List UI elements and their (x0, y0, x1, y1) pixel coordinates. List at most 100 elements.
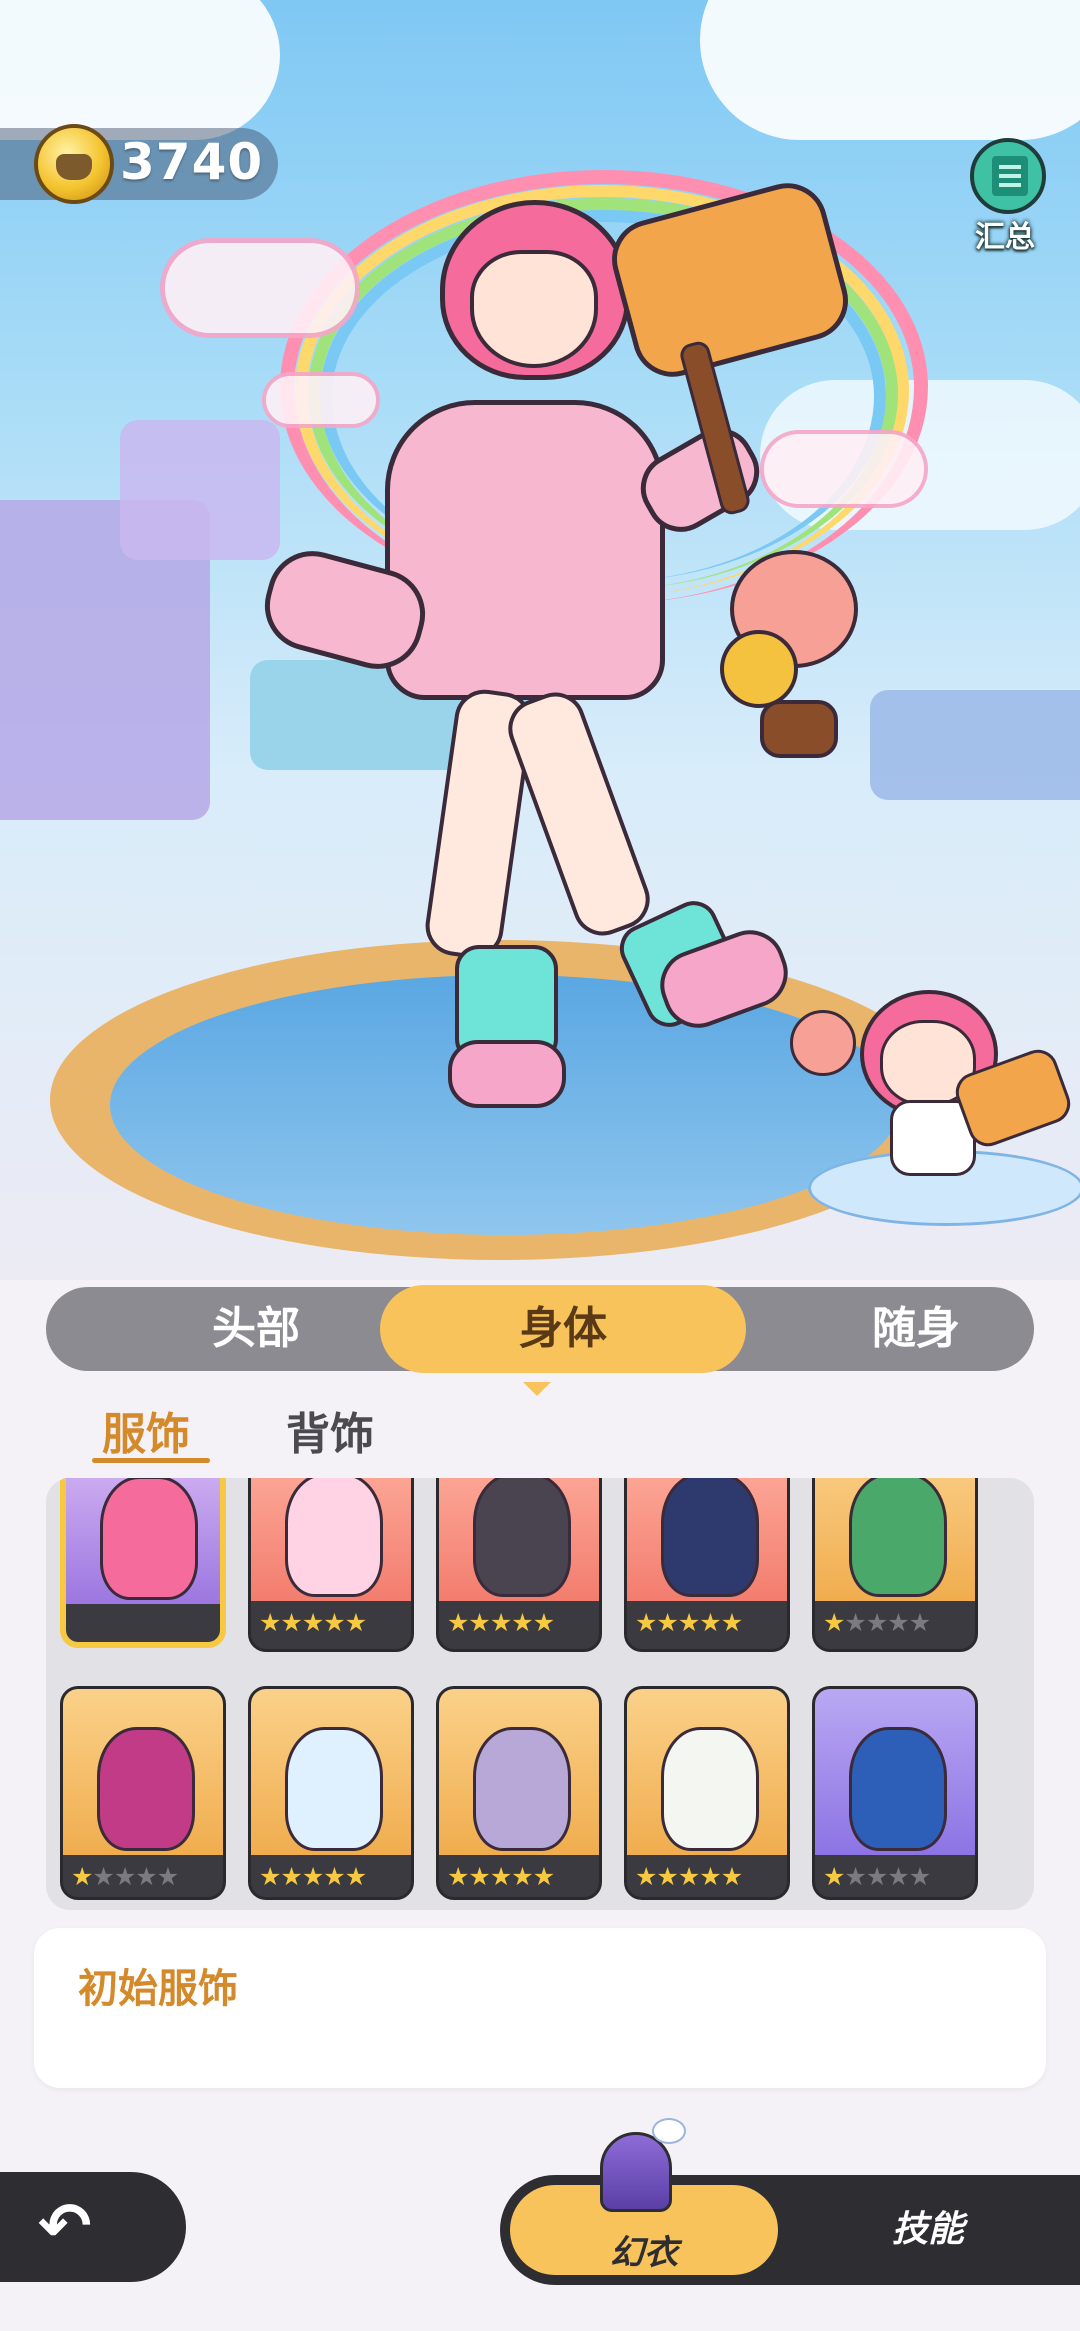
star-icon: ★ (344, 1862, 367, 1891)
outfit-hoodie-icon (588, 2118, 686, 2218)
outfit-item-figure (661, 1727, 759, 1851)
star-icon: ★ (823, 1862, 845, 1891)
tab-body[interactable]: 身体 (380, 1285, 746, 1373)
star-icon: ★ (71, 1862, 93, 1891)
star-icon: ★ (656, 1608, 678, 1637)
star-icon: ★ (823, 1608, 845, 1637)
tab-head[interactable]: 头部 (106, 1287, 406, 1371)
star-icon: ★ (887, 1862, 909, 1891)
outfit-item-art (439, 1478, 599, 1601)
outfit-item-card[interactable]: ★★★★★ (624, 1686, 790, 1900)
back-button[interactable]: ↶ (0, 2172, 186, 2282)
star-icon: ★ (301, 1608, 324, 1637)
chibi-flower-pet (790, 1010, 856, 1076)
category-tabs: 头部 身体 随身 (46, 1285, 1034, 1373)
star-icon: ★ (720, 1862, 743, 1891)
rarity-stars: ★★★★★ (447, 1608, 555, 1637)
outfit-item-figure (661, 1478, 759, 1597)
star-icon: ★ (280, 1862, 302, 1891)
coin-icon (34, 124, 114, 204)
star-icon: ★ (532, 1608, 555, 1637)
outfit-item-card[interactable]: ★★★★★ (248, 1686, 414, 1900)
character-face (470, 250, 598, 368)
background-building (120, 420, 280, 560)
outfit-item-art (251, 1689, 411, 1855)
flower-pet-pot (760, 700, 838, 758)
star-icon: ★ (635, 1862, 657, 1891)
star-icon: ★ (865, 1608, 888, 1637)
outfit-item-figure (285, 1727, 383, 1851)
outfit-item-card[interactable]: ★★★★★ (436, 1686, 602, 1900)
star-icon: ★ (489, 1608, 512, 1637)
star-icon: ★ (844, 1608, 866, 1637)
rarity-stars: ★★★★★ (71, 1862, 179, 1891)
tab-skill[interactable]: 技能 (788, 2185, 1068, 2275)
outfit-item-art (815, 1478, 975, 1601)
star-icon: ★ (468, 1862, 490, 1891)
star-icon: ★ (344, 1608, 367, 1637)
outfit-item-figure (849, 1727, 947, 1851)
outfit-item-card[interactable]: ★★★★★ (812, 1686, 978, 1900)
outfit-item-figure (100, 1478, 198, 1600)
star-icon: ★ (489, 1862, 512, 1891)
subtab-underline (92, 1458, 210, 1463)
star-icon: ★ (511, 1862, 533, 1891)
star-icon: ★ (656, 1862, 678, 1891)
summary-icon (970, 138, 1046, 214)
tab-carry[interactable]: 随身 (766, 1287, 1066, 1371)
outfit-item-art (627, 1689, 787, 1855)
star-icon: ★ (301, 1862, 324, 1891)
character-leg-right (499, 684, 659, 944)
rarity-stars: ★★★★★ (823, 1862, 931, 1891)
star-icon: ★ (280, 1608, 302, 1637)
star-icon: ★ (865, 1862, 888, 1891)
currency-amount: 3740 (120, 133, 264, 191)
star-icon: ★ (259, 1608, 281, 1637)
selected-tab-pointer (523, 1382, 551, 1396)
star-icon: ★ (677, 1608, 700, 1637)
star-icon: ★ (113, 1862, 136, 1891)
outfit-item-grid: ★★★★★ ★★★★★ ★★★★★ ★★★★★ ★★★★★ ★★★★★ ★★★★★ ★★★★★… (46, 1478, 1034, 1910)
star-icon: ★ (699, 1608, 721, 1637)
outfit-item-card[interactable]: ★★★★★ (248, 1478, 414, 1652)
star-icon: ★ (135, 1862, 157, 1891)
pink-cloud (262, 372, 380, 428)
subtab-clothing[interactable]: 服饰 (102, 1398, 190, 1462)
outfit-item-figure (97, 1727, 195, 1851)
rarity-stars: ★★★★★ (447, 1862, 555, 1891)
outfit-item-card[interactable]: ★★★★★ (624, 1478, 790, 1652)
character-shoe-left (448, 1040, 566, 1108)
subtab-back-accessory[interactable]: 背饰 (286, 1398, 374, 1462)
outfit-item-figure (473, 1478, 571, 1597)
outfit-item-art (815, 1689, 975, 1855)
tab-outfit-label: 幻衣 (610, 2233, 678, 2273)
star-icon: ★ (635, 1608, 657, 1637)
outfit-item-figure (473, 1727, 571, 1851)
pink-cloud (760, 430, 928, 508)
rarity-stars: ★★★★★ (823, 1608, 931, 1637)
star-icon: ★ (447, 1608, 469, 1637)
outfit-item-card[interactable]: ★★★★★ (60, 1686, 226, 1900)
outfit-item-card[interactable]: ★★★★★ (436, 1478, 602, 1652)
outfit-item-art (251, 1478, 411, 1601)
star-icon: ★ (447, 1862, 469, 1891)
outfit-item-card[interactable]: ★★★★★ (812, 1478, 978, 1652)
star-icon: ★ (887, 1608, 909, 1637)
outfit-item-figure (849, 1478, 947, 1597)
outfit-item-art (439, 1689, 599, 1855)
background-building (870, 690, 1080, 800)
rarity-stars: ★★★★★ (635, 1862, 743, 1891)
star-icon: ★ (323, 1862, 345, 1891)
sky-cloud (0, 0, 280, 140)
star-icon: ★ (532, 1862, 555, 1891)
rarity-stars: ★★★★★ (635, 1608, 743, 1637)
bottom-tabs: 幻衣 技能 (500, 2175, 1080, 2285)
star-icon: ★ (677, 1862, 700, 1891)
pink-cloud (160, 238, 360, 338)
outfit-item-card[interactable] (60, 1478, 226, 1648)
rarity-stars: ★★★★★ (259, 1862, 367, 1891)
star-icon: ★ (156, 1862, 179, 1891)
outfit-item-art (63, 1689, 223, 1855)
summary-button[interactable]: 汇总 (950, 130, 1060, 260)
star-icon: ★ (844, 1862, 866, 1891)
